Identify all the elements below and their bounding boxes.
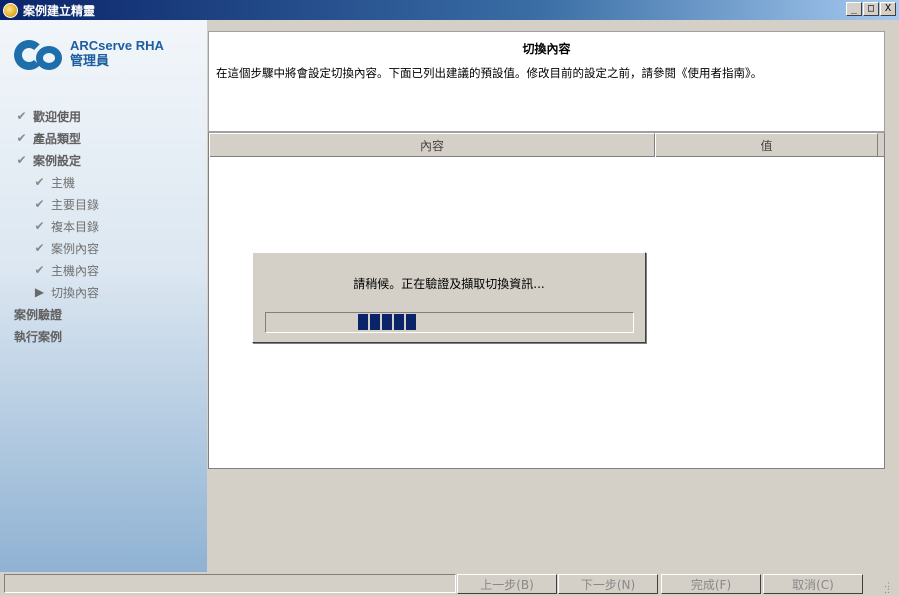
window-controls: _ □ X bbox=[846, 2, 896, 16]
resize-grip-icon[interactable]: .:.: bbox=[884, 581, 896, 596]
page-title: 切換內容 bbox=[522, 42, 571, 56]
column-header-property[interactable]: 內容 bbox=[209, 133, 655, 157]
step-master-directories: ✔ 主要目錄 bbox=[14, 193, 99, 215]
back-button[interactable]: 上一步(B) bbox=[457, 574, 557, 594]
step-hosts: ✔ 主機 bbox=[14, 171, 99, 193]
finish-button[interactable]: 完成(F) bbox=[661, 574, 761, 594]
logo-subtitle: 管理員 bbox=[70, 54, 110, 69]
check-icon: ✔ bbox=[34, 241, 45, 255]
bottom-panel bbox=[208, 469, 885, 562]
ca-logo-icon bbox=[14, 36, 64, 72]
check-icon: ✔ bbox=[16, 131, 27, 145]
logo-product-name: ARCserve RHA bbox=[70, 38, 164, 53]
restore-button[interactable]: □ bbox=[863, 2, 879, 16]
check-icon: ✔ bbox=[34, 175, 45, 189]
step-host-properties: ✔ 主機內容 bbox=[14, 259, 99, 281]
check-icon: ✔ bbox=[34, 219, 45, 233]
step-welcome: ✔ 歡迎使用 bbox=[14, 105, 99, 127]
ca-logo: ARCserve RHA 管理員 bbox=[14, 36, 164, 72]
check-icon: ✔ bbox=[16, 109, 27, 123]
minimize-button[interactable]: _ bbox=[846, 2, 862, 16]
window-titlebar[interactable]: 案例建立精靈 _ □ X bbox=[0, 0, 899, 20]
step-scenario-properties: ✔ 案例內容 bbox=[14, 237, 99, 259]
wait-message: 請稍候。正在驗證及擷取切換資訊... bbox=[353, 277, 545, 291]
cancel-button[interactable]: 取消(C) bbox=[763, 574, 863, 594]
step-product-type: ✔ 產品類型 bbox=[14, 127, 99, 149]
step-scenario-setup: ✔ 案例設定 bbox=[14, 149, 99, 171]
check-icon: ✔ bbox=[34, 197, 45, 211]
step-run-scenario: 執行案例 bbox=[14, 329, 63, 344]
close-button[interactable]: X bbox=[880, 2, 896, 16]
column-header-value[interactable]: 值 bbox=[655, 133, 878, 157]
check-icon: ✔ bbox=[34, 263, 45, 277]
wizard-steps: ✔ 歡迎使用 ✔ 產品類型 ✔ 案例設定 ✔ 主機 ✔ 主要目錄 ✔ 複本目錄 … bbox=[14, 105, 99, 347]
status-bar: 上一步(B) 下一步(N) 完成(F) 取消(C) .:.: bbox=[0, 572, 899, 596]
page-description: 在這個步驟中將會設定切換內容。下面已列出建議的預設值。修改目前的設定之前，請參閱… bbox=[216, 66, 763, 80]
status-field bbox=[4, 574, 456, 593]
wait-dialog: 請稍候。正在驗證及擷取切換資訊... bbox=[252, 252, 646, 343]
current-step-arrow-icon: ▶ bbox=[34, 285, 45, 299]
progress-bar bbox=[265, 312, 634, 333]
window-title: 案例建立精靈 bbox=[23, 3, 96, 18]
next-button[interactable]: 下一步(N) bbox=[558, 574, 658, 594]
wizard-sidebar: ARCserve RHA 管理員 ✔ 歡迎使用 ✔ 產品類型 ✔ 案例設定 ✔ … bbox=[0, 20, 207, 572]
step-switchover-properties: ▶ 切換內容 bbox=[14, 281, 99, 303]
step-scenario-verification: 案例驗證 bbox=[14, 307, 63, 322]
table-header: 內容 值 bbox=[209, 133, 884, 157]
step-replica-directories: ✔ 複本目錄 bbox=[14, 215, 99, 237]
page-header: 切換內容 在這個步驟中將會設定切換內容。下面已列出建議的預設值。修改目前的設定之… bbox=[208, 31, 885, 132]
progress-indicator bbox=[358, 314, 416, 330]
app-icon bbox=[3, 2, 18, 18]
check-icon: ✔ bbox=[16, 153, 27, 167]
